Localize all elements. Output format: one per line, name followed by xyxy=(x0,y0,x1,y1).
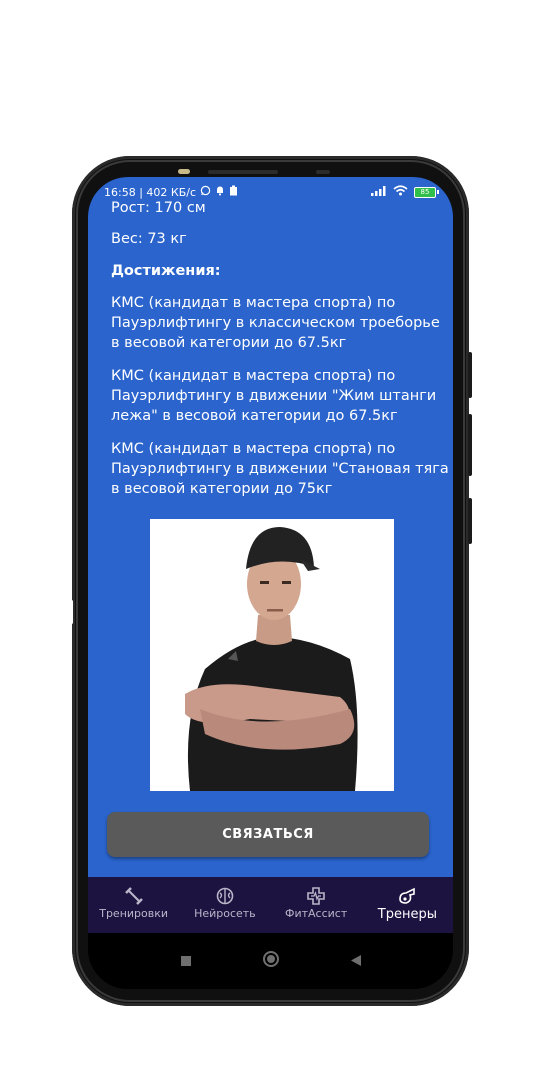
battery-level: 85 xyxy=(414,186,436,198)
sensor-dot xyxy=(178,169,190,174)
side-key xyxy=(468,498,472,544)
back-triangle-icon[interactable] xyxy=(350,952,362,971)
signal-icon xyxy=(371,185,387,199)
sensor-slit xyxy=(316,170,330,174)
wifi-icon xyxy=(393,185,408,199)
earpiece xyxy=(208,170,278,174)
clipboard-icon xyxy=(229,185,238,199)
nav-label: ФитАссист xyxy=(284,907,348,920)
achievement-line: Пауэрлифтингу в классическом троеборье xyxy=(111,315,440,331)
height-text: Рост: 170 см xyxy=(111,200,206,216)
home-circle-icon[interactable] xyxy=(262,950,280,972)
achievement-3: КМС (кандидат в мастера спорта) по Пауэр… xyxy=(111,439,449,499)
phone-screen: 16:58 | 402 КБ/с 85 Рост: 170 см Вес: 73… xyxy=(88,177,453,989)
nav-label: Тренеры xyxy=(377,907,437,922)
achievement-1: КМС (кандидат в мастера спорта) по Пауэр… xyxy=(111,293,440,353)
achievement-line: в весовой категории до 67.5кг xyxy=(111,335,347,351)
achievement-line: КМС (кандидат в мастера спорта) по xyxy=(111,368,396,384)
whatsapp-icon xyxy=(200,185,211,199)
achievement-line: Пауэрлифтингу в движении "Жим штанги xyxy=(111,388,437,404)
nav-item-fitassist[interactable]: ФитАссист xyxy=(271,877,362,933)
nav-label: Тренировки xyxy=(99,907,169,920)
nav-item-trainers[interactable]: Тренеры xyxy=(362,877,453,933)
left-key xyxy=(70,600,73,624)
achievement-2: КМС (кандидат в мастера спорта) по Пауэр… xyxy=(111,366,436,426)
achievement-line: КМС (кандидат в мастера спорта) по xyxy=(111,295,396,311)
recents-square-icon[interactable] xyxy=(180,952,192,971)
brain-icon xyxy=(215,885,235,907)
nav-label: Нейросеть xyxy=(194,907,256,920)
achievement-line: в весовой категории до 75кг xyxy=(111,481,333,497)
battery-icon: 85 xyxy=(414,186,439,198)
weight-text: Вес: 73 кг xyxy=(111,231,187,247)
achievements-heading: Достижения: xyxy=(111,263,221,279)
achievement-line: лежа" в весовой категории до 67.5кг xyxy=(111,408,398,424)
status-time: 16:58 | 402 КБ/с xyxy=(104,185,197,199)
achievement-line: Пауэрлифтингу в движении "Становая тяга xyxy=(111,461,449,477)
nav-item-neural-net[interactable]: Нейросеть xyxy=(179,877,270,933)
volume-button xyxy=(468,352,472,398)
notification-bell-icon xyxy=(215,185,225,199)
nav-item-workouts[interactable]: Тренировки xyxy=(88,877,179,933)
trainer-photo xyxy=(150,519,394,791)
bottom-navigation: Тренировки Нейросеть ФитАссист Тренеры xyxy=(88,877,453,933)
trainer-profile-content[interactable]: 16:58 | 402 КБ/с 85 Рост: 170 см Вес: 73… xyxy=(88,177,453,877)
system-navigation-bar xyxy=(88,933,453,989)
whistle-icon xyxy=(397,885,417,907)
achievement-line: КМС (кандидат в мастера спорта) по xyxy=(111,441,396,457)
dumbbell-icon xyxy=(124,885,144,907)
power-button xyxy=(468,414,472,476)
medical-cross-icon xyxy=(306,885,326,907)
contact-button[interactable]: СВЯЗАТЬСЯ xyxy=(107,812,429,857)
